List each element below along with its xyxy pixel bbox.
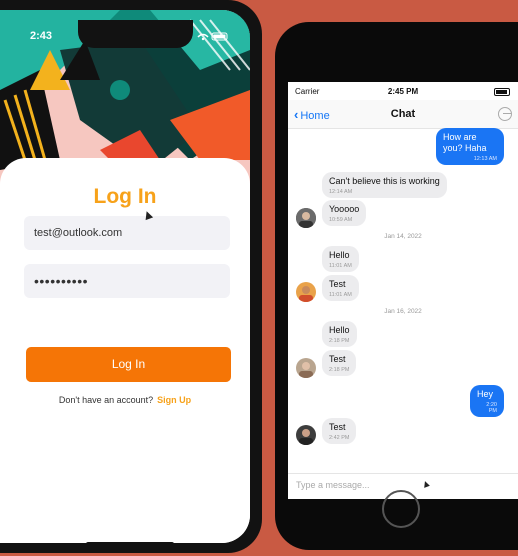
status-time: 2:45 PM: [387, 87, 419, 96]
logout-icon[interactable]: [498, 107, 512, 121]
message-bubble-received: Can't believe this is working 12:14 AM: [322, 172, 447, 198]
page-title: Log In: [93, 185, 157, 208]
wifi-battery-icon: [196, 31, 230, 44]
date-separator: Jan 14, 2022: [384, 233, 422, 240]
message-text: Test: [329, 354, 346, 364]
message-text: How are you? Haha: [443, 132, 487, 153]
date-separator: Jan 16, 2022: [384, 308, 422, 315]
avatar: [296, 282, 316, 302]
login-button[interactable]: Log In: [26, 347, 231, 382]
password-field[interactable]: ••••••••••: [24, 264, 230, 298]
login-phone: 2:43 Log In test@outlook.com •••••••••• …: [0, 0, 262, 553]
chat-phone: Carrier 2:45 PM ‹ Home Chat How are you? …: [275, 22, 518, 550]
message-bubble-received: Yooooo 10:59 AM: [322, 200, 367, 226]
message-bubble-sent: How are you? Haha 12:13 AM: [436, 128, 504, 165]
message-text: Test: [329, 279, 346, 289]
message-time: 12:13 AM: [473, 156, 497, 162]
avatar: [296, 358, 316, 378]
signup-prompt: Don't have an account?: [58, 395, 154, 405]
message-text: Hello: [329, 325, 350, 335]
message-time: 2:18 PM: [329, 338, 350, 344]
home-button[interactable]: [382, 490, 420, 528]
home-indicator: [86, 542, 174, 543]
message-time: 10:59 AM: [329, 217, 353, 223]
message-text: Hello: [329, 250, 350, 260]
message-bubble-received: Test 11:01 AM: [322, 275, 359, 301]
message-time: 11:01 AM: [329, 292, 352, 298]
message-time: 12:14 AM: [329, 189, 353, 195]
message-text: Hey: [477, 389, 494, 399]
message-time: 2:20 PM: [486, 402, 497, 414]
login-screen: 2:43 Log In test@outlook.com •••••••••• …: [0, 10, 250, 543]
signup-row: Don't have an account? Sign Up: [0, 395, 250, 405]
message-input[interactable]: Type a message...: [296, 480, 370, 490]
chat-screen: Carrier 2:45 PM ‹ Home Chat How are you? …: [288, 82, 518, 499]
nav-title: Chat: [390, 108, 416, 120]
avatar: [296, 425, 316, 445]
message-bubble-received: Test 2:42 PM: [322, 418, 357, 444]
message-text: Yooooo: [329, 204, 360, 214]
message-bubble-received: Hello 2:18 PM: [322, 321, 357, 347]
message-time: 2:42 PM: [329, 435, 350, 441]
email-field[interactable]: test@outlook.com: [24, 216, 230, 250]
signup-link[interactable]: Sign Up: [157, 395, 191, 405]
message-time: 2:18 PM: [329, 367, 350, 373]
battery-icon: [494, 88, 510, 96]
message-text: Test: [329, 422, 346, 432]
message-text: Can't believe this is working: [329, 176, 440, 186]
message-bubble-received: Test 2:18 PM: [322, 350, 357, 376]
message-bubble-received: Hello 11:01 AM: [322, 246, 359, 272]
avatar: [296, 208, 316, 228]
message-time: 11:01 AM: [329, 263, 352, 269]
message-bubble-sent: Hey 2:20 PM: [470, 385, 504, 417]
status-bar: Carrier 2:45 PM: [288, 82, 518, 100]
nav-bar: ‹ Home Chat: [288, 100, 518, 129]
status-bar: 2:43: [0, 30, 250, 44]
status-time: 2:43: [30, 30, 53, 42]
